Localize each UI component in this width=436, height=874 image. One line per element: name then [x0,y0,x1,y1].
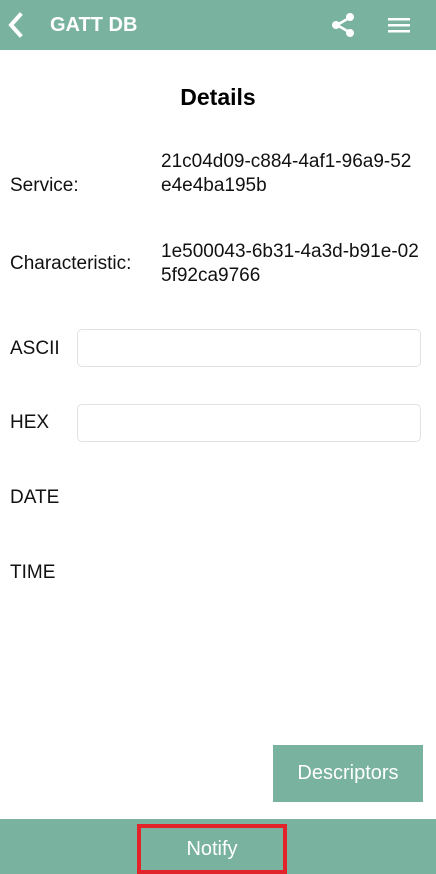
service-label: Service: [10,175,79,196]
share-icon [332,13,354,37]
ascii-input[interactable] [77,329,421,367]
chevron-left-icon [8,12,23,38]
app-bar: GATT DB [0,0,436,50]
characteristic-uuid: 1e500043-6b31-4a3d-b91e-025f92ca9766 [161,241,419,286]
descriptors-button[interactable]: Descriptors [273,745,423,802]
back-button[interactable] [0,0,30,50]
characteristic-label: Characteristic: [10,253,132,274]
share-button[interactable] [328,10,358,40]
ascii-label: ASCII [10,338,60,359]
hex-label: HEX [10,412,50,433]
time-label: TIME [10,562,56,583]
bottom-bar: Notify [0,819,436,874]
hex-input[interactable] [77,404,421,442]
menu-button[interactable] [384,10,414,40]
page-title: Details [180,84,256,110]
service-uuid: 21c04d09-c884-4af1-96a9-52e4e4ba195b [161,151,412,196]
hamburger-menu-icon [388,18,410,33]
notify-button[interactable]: Notify [137,824,287,874]
app-title: GATT DB [50,14,138,36]
date-label: DATE [10,487,60,508]
